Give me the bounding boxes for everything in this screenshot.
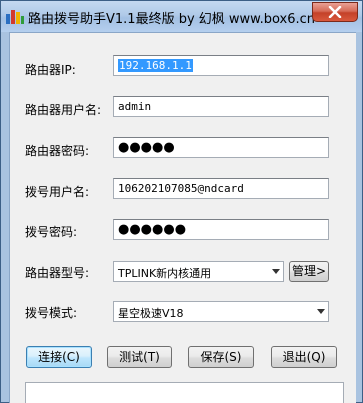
router-ip-input[interactable]: 192.168.1.1 [113,55,329,76]
log-textarea[interactable] [25,382,344,403]
router-model-select[interactable]: TPLINK新内核通用 [113,261,284,282]
dial-user-label: 拨号用户名: [25,185,90,199]
dial-password-input[interactable]: ●●●●●● [113,219,329,240]
router-password-label: 路由器密码: [25,144,90,158]
chevron-down-icon[interactable] [272,269,280,274]
dial-password-label: 拨号密码: [25,225,78,239]
router-model-label: 路由器型号: [25,266,90,280]
form-panel: 路由器IP: 192.168.1.1 路由器用户名: admin 路由器密码: … [9,32,356,403]
router-password-input[interactable]: ●●●●● [113,137,329,158]
app-icon [5,7,25,25]
connect-button[interactable]: 连接(C) [26,346,92,368]
chevron-down-icon[interactable] [317,309,325,314]
window-title: 路由拨号助手V1.1最终版 by 幻枫 www.box6.cn [28,12,316,27]
manage-button[interactable]: 管理> [289,261,329,282]
exit-button[interactable]: 退出(Q) [271,346,337,368]
dial-password-value: ●●●●●● [118,222,187,237]
router-user-input[interactable]: admin [113,96,329,117]
router-ip-value: 192.168.1.1 [118,59,193,72]
save-button[interactable]: 保存(S) [188,346,254,368]
test-button[interactable]: 测试(T) [107,346,172,368]
router-user-label: 路由器用户名: [25,103,102,117]
router-password-value: ●●●●● [118,140,175,155]
app-window: 路由拨号助手V1.1最终版 by 幻枫 www.box6.cn 路由器IP: 1… [0,0,363,403]
close-button[interactable] [312,2,358,22]
router-ip-label: 路由器IP: [25,63,76,77]
dial-mode-value: 星空极速V18 [118,307,184,320]
dial-user-value: 106202107085@ndcard [118,182,244,195]
dial-mode-select[interactable]: 星空极速V18 [113,301,329,322]
close-icon [328,6,342,18]
router-model-value: TPLINK新内核通用 [118,267,212,280]
dial-mode-label: 拨号模式: [25,306,78,320]
router-user-value: admin [118,100,152,113]
dial-user-input[interactable]: 106202107085@ndcard [113,178,329,199]
title-bar[interactable]: 路由拨号助手V1.1最终版 by 幻枫 www.box6.cn [1,1,362,32]
